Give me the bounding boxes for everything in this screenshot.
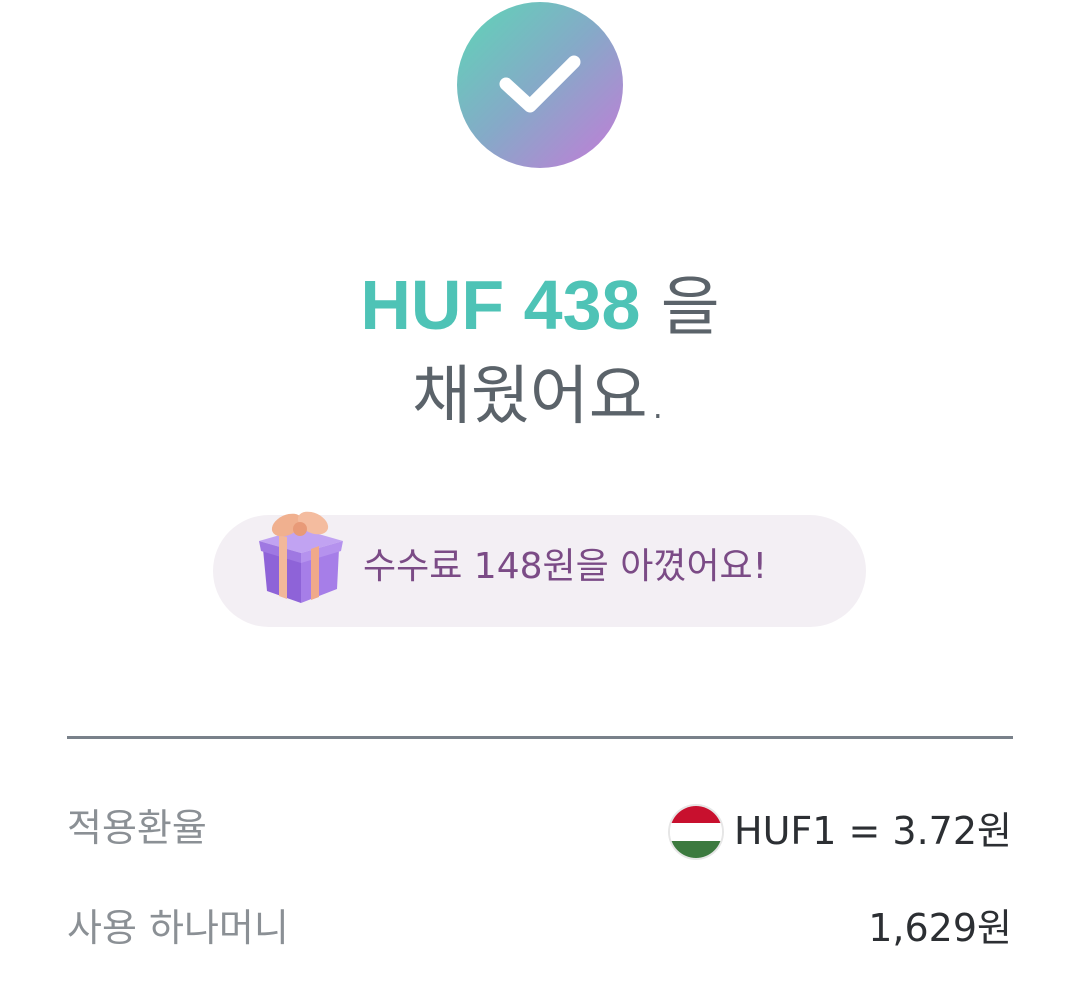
headline-line-1: HUF 438 을 xyxy=(0,270,1080,340)
exchange-rate-text: HUF1 = 3.72원 xyxy=(734,809,1012,854)
headline-particle: 을 xyxy=(640,271,720,345)
headline-line-2: 채웠어요. xyxy=(412,360,668,434)
savings-message: 수수료 148원을 아꼈어요! xyxy=(363,546,768,587)
exchange-rate-label: 적용환율 xyxy=(67,806,207,850)
exchange-rate-value: HUF1 = 3.72원 xyxy=(670,806,1012,858)
hungary-flag-icon xyxy=(670,806,722,858)
success-check-badge xyxy=(457,2,623,168)
fee-savings-pill: 수수료 148원을 아꼈어요! xyxy=(213,511,866,627)
hana-money-used-value: 1,629원 xyxy=(868,906,1012,952)
gift-icon xyxy=(259,511,343,603)
charged-amount: HUF 438 xyxy=(360,266,641,344)
section-divider xyxy=(67,736,1013,739)
hana-money-used-text: 1,629원 xyxy=(868,906,1012,950)
check-icon xyxy=(499,55,581,113)
hana-money-used-label: 사용 하나머니 xyxy=(67,906,289,950)
